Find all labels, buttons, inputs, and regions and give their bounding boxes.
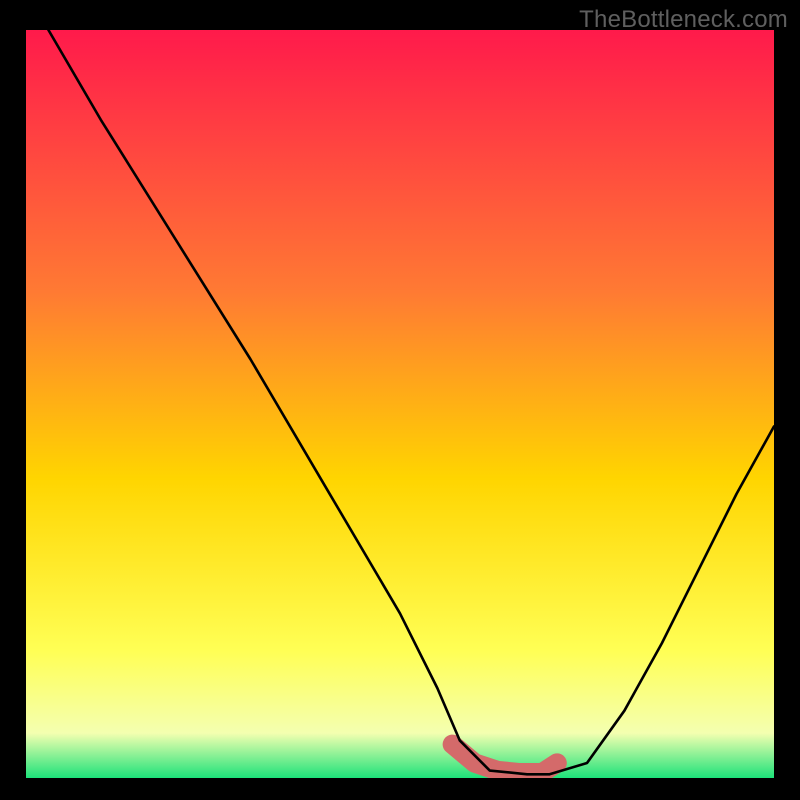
chart-frame: TheBottleneck.com <box>0 0 800 800</box>
bottleneck-curve-path <box>48 30 774 774</box>
plot-area <box>26 30 774 778</box>
bottleneck-curve <box>26 30 774 778</box>
watermark-text: TheBottleneck.com <box>579 6 788 34</box>
